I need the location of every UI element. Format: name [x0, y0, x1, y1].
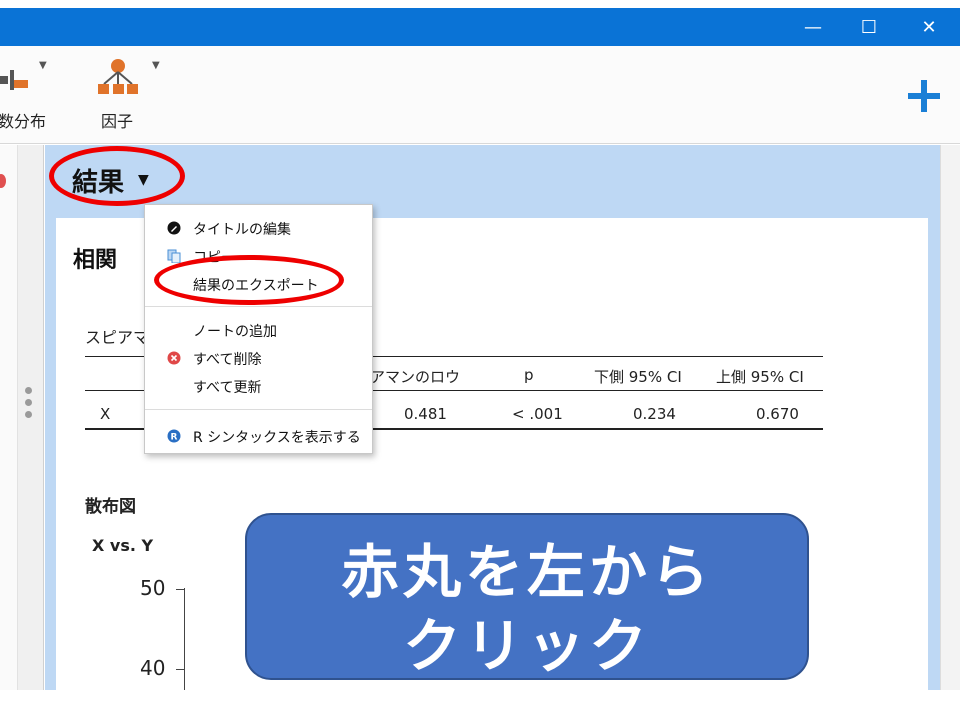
title-bar: — ☐ ✕ — [0, 8, 960, 46]
cell-lower-ci: 0.234 — [633, 405, 676, 423]
scatter-section-title: 散布図 — [85, 497, 136, 517]
y-axis-line — [184, 588, 185, 690]
grip-dot — [25, 411, 32, 418]
delete-icon — [167, 351, 181, 365]
ribbon-label-histogram: 数分布 — [0, 112, 47, 131]
menu-label: R シンタックスを表示する — [193, 430, 361, 446]
highlight-ring-export — [154, 255, 344, 305]
menu-item-edit-title[interactable]: タイトルの編集 — [145, 215, 372, 241]
menu-label: すべて更新 — [193, 380, 262, 396]
copy-icon — [167, 249, 181, 263]
factor-icon — [98, 59, 138, 94]
grip-dot — [25, 387, 32, 394]
column-header-lower-ci: 下側 95% CI — [594, 368, 682, 386]
scrollbar[interactable] — [940, 145, 960, 690]
menu-item-show-r-syntax[interactable]: R R シンタックスを表示する — [145, 423, 372, 449]
bottom-margin — [0, 690, 960, 720]
svg-text:R: R — [171, 433, 178, 443]
column-header-upper-ci: 上側 95% CI — [716, 368, 804, 386]
y-tick-label: 50 — [140, 576, 166, 600]
section-title[interactable]: 相関 — [73, 242, 117, 274]
callout-line-1: 赤丸を左から — [340, 538, 713, 606]
maximize-button[interactable]: ☐ — [846, 8, 892, 46]
menu-separator — [145, 306, 372, 307]
panel-splitter[interactable] — [18, 145, 44, 690]
cell-upper-ci: 0.670 — [756, 405, 799, 423]
ribbon-toolbar: ▼ 数分布 ▼ 因子 — [0, 46, 960, 144]
dropdown-arrow-icon: ▼ — [39, 60, 47, 71]
column-header-rho: アマンのロウ — [370, 368, 461, 386]
menu-label: ノートの追加 — [193, 324, 277, 340]
y-tick-mark — [176, 589, 184, 590]
menu-item-add-note[interactable]: ノートの追加 — [145, 317, 372, 343]
minimize-button[interactable]: — — [790, 8, 836, 46]
highlight-ring-results — [49, 146, 185, 206]
histogram-icon — [0, 70, 28, 90]
menu-item-refresh-all[interactable]: すべて更新 — [145, 373, 372, 399]
ribbon-item-histogram[interactable]: ▼ 数分布 — [0, 46, 56, 144]
column-header-p: p — [524, 366, 534, 384]
analysis-panel-edge — [0, 145, 18, 690]
y-tick-mark — [176, 669, 184, 670]
close-button[interactable]: ✕ — [906, 8, 952, 46]
callout-line-2: クリック — [402, 612, 651, 680]
cell-rho: 0.481 — [404, 405, 447, 423]
table-caption: スピアマ — [85, 328, 150, 347]
plus-icon[interactable] — [906, 78, 942, 114]
plot-title: X vs. Y — [92, 536, 154, 555]
menu-label: すべて削除 — [193, 352, 262, 368]
context-menu: タイトルの編集 コピー 結果のエクスポート ノートの追加 すべて削除 すべて更新… — [144, 204, 373, 454]
dropdown-arrow-icon: ▼ — [152, 60, 160, 71]
menu-item-delete-all[interactable]: すべて削除 — [145, 345, 372, 371]
grip-dot — [25, 399, 32, 406]
cell-p: < .001 — [512, 405, 563, 423]
edit-icon — [167, 221, 181, 235]
menu-label: タイトルの編集 — [193, 222, 291, 238]
row-variable: X — [100, 405, 111, 423]
menu-separator — [145, 409, 372, 410]
ribbon-item-factor[interactable]: ▼ 因子 — [90, 46, 170, 144]
instruction-callout: 赤丸を左から クリック — [245, 513, 809, 680]
y-tick-label: 40 — [140, 656, 166, 680]
r-icon: R — [167, 429, 181, 443]
ribbon-label-factor: 因子 — [101, 112, 134, 131]
